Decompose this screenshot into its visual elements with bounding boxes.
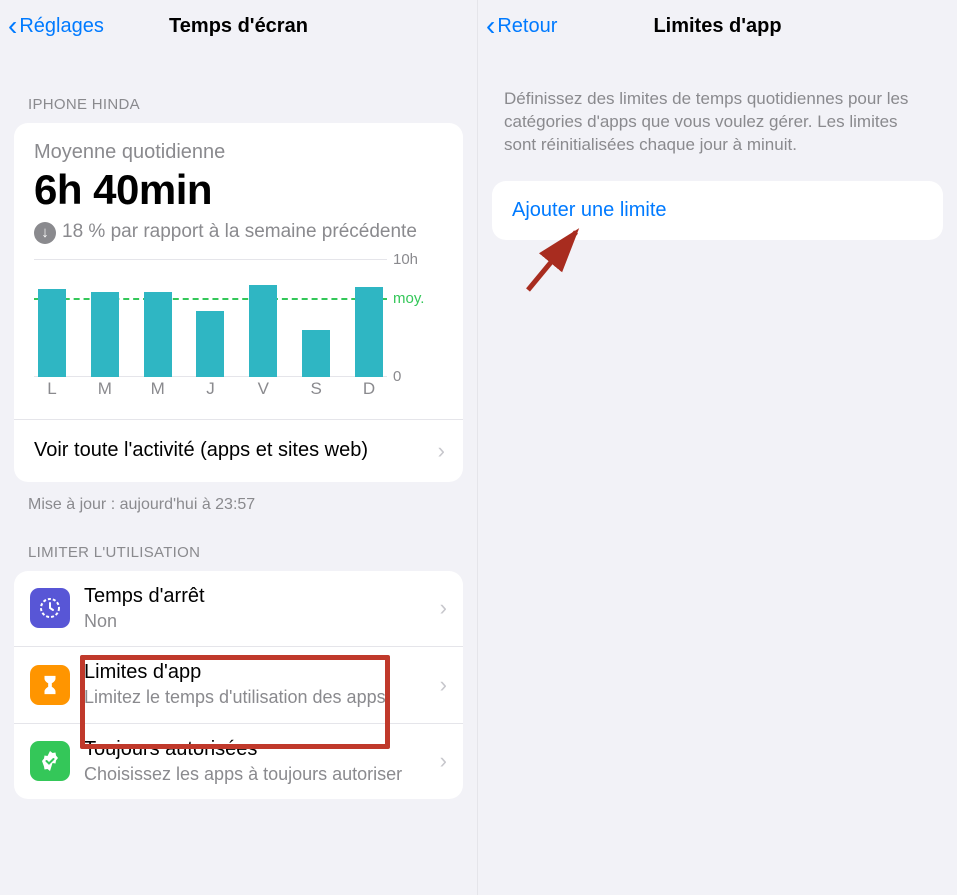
chart-bar bbox=[38, 289, 66, 376]
weekly-chart: L M M J V S D 10h moy. 0 bbox=[34, 245, 443, 399]
chevron-left-icon: ‹ bbox=[486, 12, 495, 40]
chart-day-label: S bbox=[302, 379, 330, 399]
chevron-right-icon: › bbox=[438, 438, 445, 464]
chart-bar bbox=[249, 285, 277, 377]
chart-bar bbox=[302, 330, 330, 377]
chart-day-label: M bbox=[144, 379, 172, 399]
app-limits-pane: ‹ Retour Limites d'app Définissez des li… bbox=[478, 0, 957, 895]
app-limits-row[interactable]: Limites d'app Limitez le temps d'utilisa… bbox=[14, 646, 463, 723]
header: ‹ Réglages Temps d'écran bbox=[0, 0, 477, 52]
always-allowed-sub: Choisissez les apps à toujours autoriser bbox=[84, 763, 432, 786]
arrow-down-circle-icon: ↓ bbox=[34, 222, 56, 244]
delta-row: ↓ 18 % par rapport à la semaine précéden… bbox=[34, 220, 443, 245]
chevron-right-icon: › bbox=[440, 595, 447, 621]
downtime-title: Temps d'arrêt bbox=[84, 585, 432, 608]
downtime-row[interactable]: Temps d'arrêt Non › bbox=[14, 571, 463, 647]
chart-bar bbox=[355, 287, 383, 377]
chevron-left-icon: ‹ bbox=[8, 12, 17, 40]
ylabel-avg: moy. bbox=[393, 290, 424, 307]
chart-day-label: J bbox=[196, 379, 224, 399]
limits-list: Temps d'arrêt Non › Limites d'app Limite… bbox=[14, 571, 463, 800]
update-note: Mise à jour : aujourd'hui à 23:57 bbox=[0, 482, 477, 514]
chart-day-label: L bbox=[38, 379, 66, 399]
chevron-right-icon: › bbox=[440, 748, 447, 774]
add-limit-card: Ajouter une limite bbox=[492, 181, 943, 240]
ylabel-top: 10h bbox=[393, 251, 418, 268]
back-label: Retour bbox=[497, 15, 557, 38]
chart-day-label: D bbox=[355, 379, 383, 399]
description-text: Définissez des limites de temps quotidie… bbox=[478, 52, 957, 181]
downtime-icon bbox=[30, 588, 70, 628]
chart-day-label: V bbox=[249, 379, 277, 399]
page-title: Temps d'écran bbox=[169, 15, 308, 38]
downtime-sub: Non bbox=[84, 610, 432, 633]
chevron-right-icon: › bbox=[440, 672, 447, 698]
back-button[interactable]: ‹ Réglages bbox=[0, 12, 104, 40]
see-all-activity-row[interactable]: Voir toute l'activité (apps et sites web… bbox=[14, 420, 463, 482]
always-allowed-row[interactable]: Toujours autorisées Choisissez les apps … bbox=[14, 723, 463, 800]
screen-time-pane: ‹ Réglages Temps d'écran IPHONE HINDA Mo… bbox=[0, 0, 478, 895]
add-limit-button[interactable]: Ajouter une limite bbox=[512, 199, 923, 222]
device-section-label: IPHONE HINDA bbox=[0, 52, 477, 123]
see-all-activity-label: Voir toute l'activité (apps et sites web… bbox=[34, 439, 368, 462]
check-badge-icon bbox=[30, 741, 70, 781]
chart-bar bbox=[91, 292, 119, 377]
always-allowed-title: Toujours autorisées bbox=[84, 738, 432, 761]
header: ‹ Retour Limites d'app bbox=[478, 0, 957, 52]
delta-text: 18 % par rapport à la semaine précédente bbox=[62, 220, 417, 245]
average-value: 6h 40min bbox=[34, 166, 443, 214]
page-title: Limites d'app bbox=[653, 15, 781, 38]
chart-bar bbox=[196, 311, 224, 377]
app-limits-sub: Limitez le temps d'utilisation des apps bbox=[84, 686, 432, 709]
usage-card: Moyenne quotidienne 6h 40min ↓ 18 % par … bbox=[14, 123, 463, 482]
chart-bar bbox=[144, 292, 172, 377]
app-limits-title: Limites d'app bbox=[84, 661, 432, 684]
back-button[interactable]: ‹ Retour bbox=[478, 12, 557, 40]
average-label: Moyenne quotidienne bbox=[34, 141, 443, 164]
hourglass-icon bbox=[30, 665, 70, 705]
back-label: Réglages bbox=[19, 15, 104, 38]
limit-section-label: LIMITER L'UTILISATION bbox=[0, 514, 477, 571]
ylabel-bot: 0 bbox=[393, 368, 401, 385]
chart-day-label: M bbox=[91, 379, 119, 399]
